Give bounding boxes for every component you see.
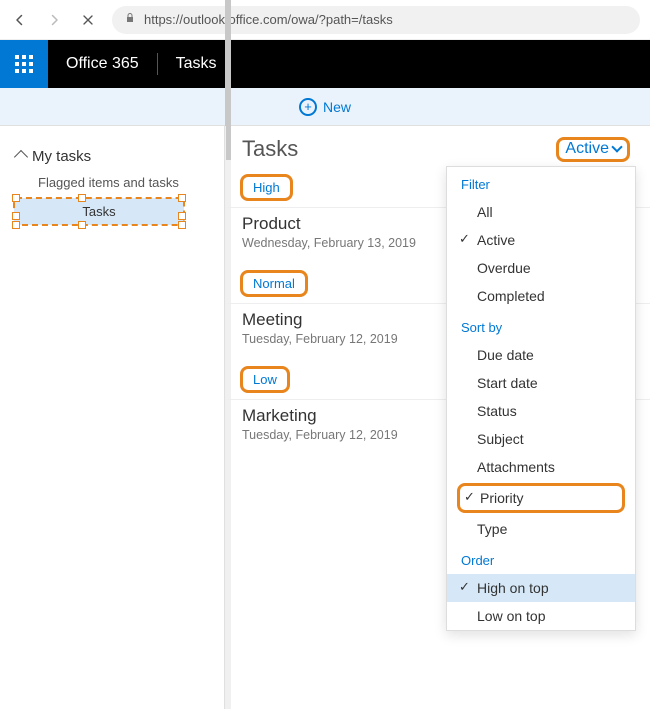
filter-dropdown-button[interactable]: Active bbox=[556, 137, 630, 162]
chevron-up-icon bbox=[14, 149, 28, 163]
order-option-highontop[interactable]: High on top bbox=[447, 574, 635, 602]
selection-handle bbox=[78, 221, 86, 229]
filter-label: Active bbox=[565, 140, 609, 158]
main-area: My tasks Flagged items and tasks Tasks T… bbox=[0, 126, 650, 709]
filter-dropdown-panel: Filter All Active Overdue Completed Sort… bbox=[446, 166, 636, 631]
dropdown-section-sort: Sort by bbox=[447, 310, 635, 341]
filter-option-completed[interactable]: Completed bbox=[447, 282, 635, 310]
selection-handle bbox=[12, 221, 20, 229]
sidebar-item-flagged[interactable]: Flagged items and tasks bbox=[10, 169, 216, 196]
selection-handle bbox=[12, 212, 20, 220]
selection-handle bbox=[178, 221, 186, 229]
filter-option-overdue[interactable]: Overdue bbox=[447, 254, 635, 282]
new-task-button[interactable]: + New bbox=[0, 88, 650, 126]
sidebar: My tasks Flagged items and tasks Tasks bbox=[0, 126, 225, 709]
selection-handle bbox=[178, 194, 186, 202]
dropdown-section-filter: Filter bbox=[447, 167, 635, 198]
address-bar[interactable]: https://outlook.office.com/owa/?path=/ta… bbox=[112, 6, 640, 34]
sidebar-item-label: Tasks bbox=[82, 204, 115, 219]
selection-handle bbox=[78, 194, 86, 202]
chevron-down-icon bbox=[611, 141, 622, 152]
suite-header: Office 365 Tasks bbox=[0, 40, 650, 88]
new-label: New bbox=[323, 99, 351, 115]
sort-option-subject[interactable]: Subject bbox=[447, 425, 635, 453]
filter-option-all[interactable]: All bbox=[447, 198, 635, 226]
suite-brand[interactable]: Office 365 bbox=[48, 53, 158, 75]
group-low[interactable]: Low bbox=[240, 366, 290, 393]
lock-icon bbox=[124, 12, 136, 27]
task-list-pane: Tasks Active High Product Wednesday, Feb… bbox=[225, 126, 650, 709]
sort-option-attachments[interactable]: Attachments bbox=[447, 453, 635, 481]
sidebar-header[interactable]: My tasks bbox=[10, 144, 216, 169]
selection-handle bbox=[178, 212, 186, 220]
sort-option-status[interactable]: Status bbox=[447, 397, 635, 425]
stop-button[interactable] bbox=[78, 10, 98, 30]
sidebar-item-label: Flagged items and tasks bbox=[38, 175, 179, 190]
sidebar-header-label: My tasks bbox=[32, 148, 91, 165]
list-title: Tasks bbox=[242, 136, 298, 162]
forward-button[interactable] bbox=[44, 10, 64, 30]
sidebar-item-tasks-wrap: Tasks bbox=[10, 198, 216, 225]
order-option-lowontop[interactable]: Low on top bbox=[447, 602, 635, 630]
sort-option-startdate[interactable]: Start date bbox=[447, 369, 635, 397]
sort-option-priority[interactable]: Priority bbox=[457, 483, 625, 513]
filter-option-active[interactable]: Active bbox=[447, 226, 635, 254]
url-text: https://outlook.office.com/owa/?path=/ta… bbox=[144, 12, 393, 27]
selection-handle bbox=[12, 194, 20, 202]
sidebar-item-tasks[interactable]: Tasks bbox=[14, 198, 184, 225]
group-normal[interactable]: Normal bbox=[240, 270, 308, 297]
browser-toolbar: https://outlook.office.com/owa/?path=/ta… bbox=[0, 0, 650, 40]
list-header: Tasks Active bbox=[226, 126, 650, 166]
back-button[interactable] bbox=[10, 10, 30, 30]
suite-app-name: Tasks bbox=[158, 55, 235, 73]
dropdown-section-order: Order bbox=[447, 543, 635, 574]
sort-option-type[interactable]: Type bbox=[447, 515, 635, 543]
app-launcher-button[interactable] bbox=[0, 40, 48, 88]
plus-icon: + bbox=[299, 98, 317, 116]
group-high[interactable]: High bbox=[240, 174, 293, 201]
sort-option-duedate[interactable]: Due date bbox=[447, 341, 635, 369]
